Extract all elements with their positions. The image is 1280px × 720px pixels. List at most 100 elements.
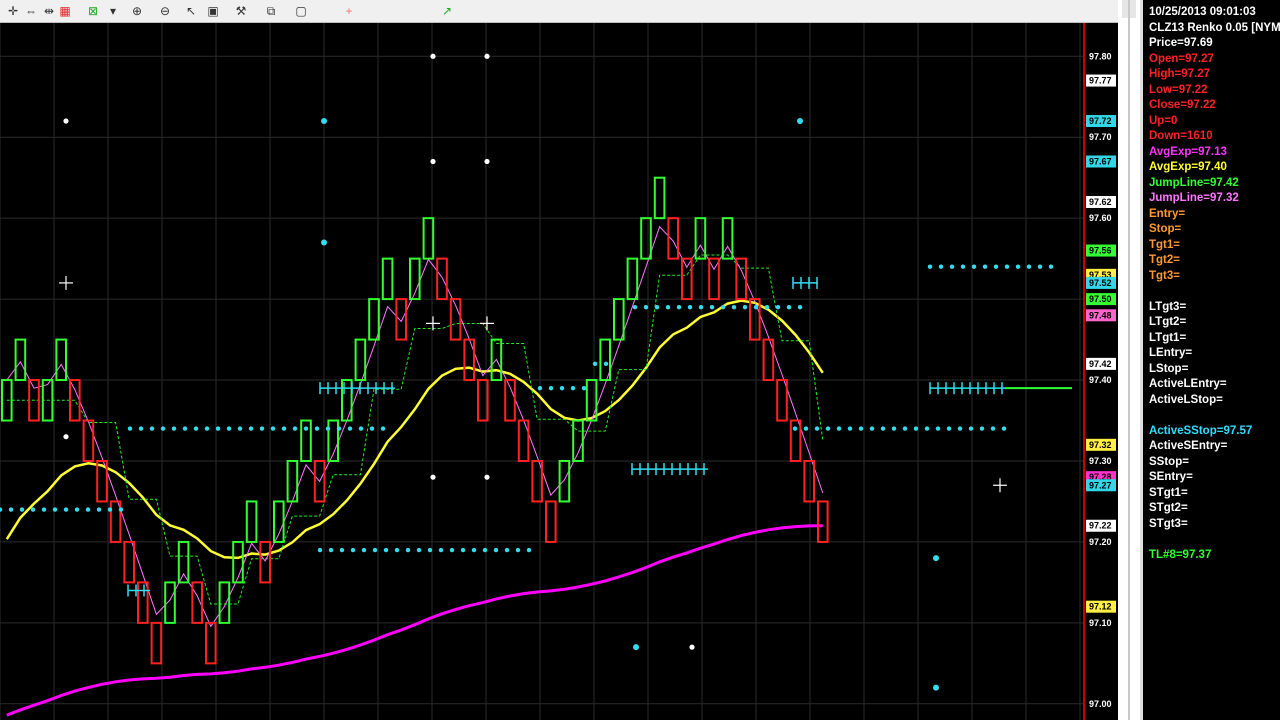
support-dot (85, 507, 91, 512)
support-dot (118, 507, 124, 512)
support-dot (328, 547, 334, 553)
signal-dot (797, 118, 803, 125)
info-line: CLZ13 Renko 0.05 [NYM (1149, 21, 1280, 34)
grid-icon[interactable]: ⊠ (84, 2, 102, 20)
support-dot (471, 547, 477, 553)
support-dot (913, 426, 919, 431)
axis-tick-label: 97.10 (1089, 618, 1112, 628)
data-window-panel: 10/25/2013 09:01:03 CLZ13 Renko 0.05 [NYM… (1140, 0, 1280, 720)
info-line: Tgt1= (1149, 238, 1180, 251)
price-tag-label: 97.27 (1089, 480, 1112, 490)
renko-brick (55, 338, 68, 382)
support-dot (504, 547, 510, 553)
support-dot (764, 305, 770, 310)
jumpline-slow-line (6, 225, 824, 628)
info-line: STgt3= (1149, 517, 1188, 530)
support-dot (215, 426, 221, 431)
info-line: ActiveLStop= (1149, 393, 1223, 406)
renko-chart[interactable]: 97.80 97.70 97.60 97.40 97.30 97.20 97.10 97.00… (0, 23, 1118, 720)
support-dot (336, 426, 342, 431)
hammer-icon[interactable]: ⚒ (232, 2, 250, 20)
support-dot (226, 426, 232, 431)
zoom-out-icon[interactable]: ⊖ (156, 2, 174, 20)
support-dot (182, 426, 188, 431)
support-dot (825, 426, 831, 431)
support-dot (836, 426, 842, 431)
support-dot (427, 547, 433, 553)
support-dot (960, 264, 966, 269)
info-line: Low=97.22 (1149, 83, 1208, 96)
cursor-icon[interactable]: ⇔ (22, 2, 40, 20)
support-dot (1015, 264, 1021, 269)
support-dot (581, 385, 587, 391)
signal-dot (63, 118, 69, 124)
support-dot (803, 426, 809, 431)
axis-tick-label: 97.80 (1089, 51, 1112, 61)
support-dot (537, 385, 543, 391)
renko-brick (694, 217, 707, 260)
signal-dot (484, 53, 490, 59)
support-dot (358, 426, 364, 431)
renko-brick (613, 298, 625, 341)
support-dot (314, 426, 320, 431)
select-icon[interactable]: ↖ (182, 2, 200, 20)
renko-brick (626, 257, 639, 301)
renko-brick (137, 581, 149, 624)
plus-icon[interactable]: + (340, 2, 358, 20)
renko-brick (395, 298, 407, 341)
signal-dot (430, 158, 436, 165)
support-dot (993, 264, 999, 269)
support-dot (927, 264, 933, 269)
support-dot (797, 305, 803, 310)
support-dot (665, 305, 671, 310)
renko-brick (273, 500, 285, 543)
support-dot (460, 547, 466, 553)
support-dot (259, 426, 265, 431)
price-tag-label: 97.48 (1089, 310, 1112, 320)
info-line: Tgt3= (1149, 269, 1180, 282)
window-icon[interactable]: ⧉ (262, 2, 280, 20)
tool-icon[interactable]: ▣ (204, 2, 222, 20)
price-tag-label: 97.62 (1089, 197, 1112, 207)
support-dot (303, 426, 309, 431)
panel-divider[interactable] (1118, 0, 1140, 720)
rect-icon[interactable]: ▢ (292, 2, 310, 20)
renko-brick (667, 217, 680, 260)
renko-brick (776, 379, 788, 422)
renko-brick (381, 257, 394, 301)
support-dot (592, 361, 598, 367)
support-dot (317, 547, 323, 553)
support-dot (438, 547, 444, 553)
info-line: Tgt2= (1149, 254, 1180, 266)
renko-brick (708, 257, 720, 301)
renko-brick (164, 581, 176, 624)
renko-brick (259, 540, 271, 584)
axis-tick-label: 97.40 (1089, 375, 1112, 385)
support-dot (0, 507, 3, 512)
trend-icon[interactable]: ↗ (438, 2, 456, 20)
price-tag-label: 97.42 (1089, 359, 1112, 369)
renko-brick (177, 540, 190, 584)
zoom-in-icon[interactable]: ⊕ (128, 2, 146, 20)
support-dot (935, 426, 941, 431)
axis-tick-label: 97.00 (1089, 699, 1112, 709)
support-dot (361, 547, 367, 553)
signal-dot (430, 474, 436, 480)
info-line: ActiveLEntry= (1149, 378, 1227, 390)
chart-icon[interactable]: ▦ (56, 2, 74, 20)
info-line: Open=97.27 (1149, 52, 1214, 65)
dropdown-icon[interactable]: ▾ (104, 2, 122, 20)
info-line: 10/25/2013 09:01:03 (1149, 6, 1256, 18)
support-dot (347, 426, 353, 431)
support-dot (292, 426, 298, 431)
renko-brick (817, 500, 829, 543)
crosshair-icon[interactable]: ✛ (4, 2, 22, 20)
signal-dot (321, 239, 327, 246)
support-dot (938, 264, 944, 269)
price-tag-label: 97.50 (1089, 294, 1112, 304)
support-dot (731, 305, 737, 310)
renko-brick (245, 500, 258, 543)
info-line: LTgt1= (1149, 331, 1187, 344)
signal-dot (933, 684, 939, 691)
info-line: AvgExp=97.40 (1149, 161, 1227, 173)
